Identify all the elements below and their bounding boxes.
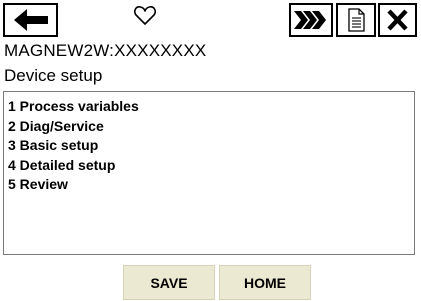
menu-item-process-variables[interactable]: 1 Process variables xyxy=(8,97,414,117)
forward-button[interactable] xyxy=(289,3,333,37)
screen-title: Device setup xyxy=(4,66,103,85)
document-button[interactable] xyxy=(336,3,376,37)
heart-icon xyxy=(134,6,156,25)
home-button[interactable]: HOME xyxy=(219,265,311,300)
menu-item-diag-service[interactable]: 2 Diag/Service xyxy=(8,117,414,137)
menu-item-detailed-setup[interactable]: 4 Detailed setup xyxy=(8,156,414,176)
close-x-icon xyxy=(387,9,408,31)
arrow-left-icon xyxy=(14,9,48,31)
double-chevron-right-icon xyxy=(294,11,326,29)
close-button[interactable] xyxy=(378,3,417,37)
back-button[interactable] xyxy=(3,3,58,37)
document-icon xyxy=(348,8,365,32)
device-id: MAGNEW2W:XXXXXXXX xyxy=(4,41,207,60)
save-button[interactable]: SAVE xyxy=(123,265,215,300)
menu-list: 1 Process variables 2 Diag/Service 3 Bas… xyxy=(3,91,415,255)
menu-item-review[interactable]: 5 Review xyxy=(8,175,414,195)
menu-item-basic-setup[interactable]: 3 Basic setup xyxy=(8,136,414,156)
